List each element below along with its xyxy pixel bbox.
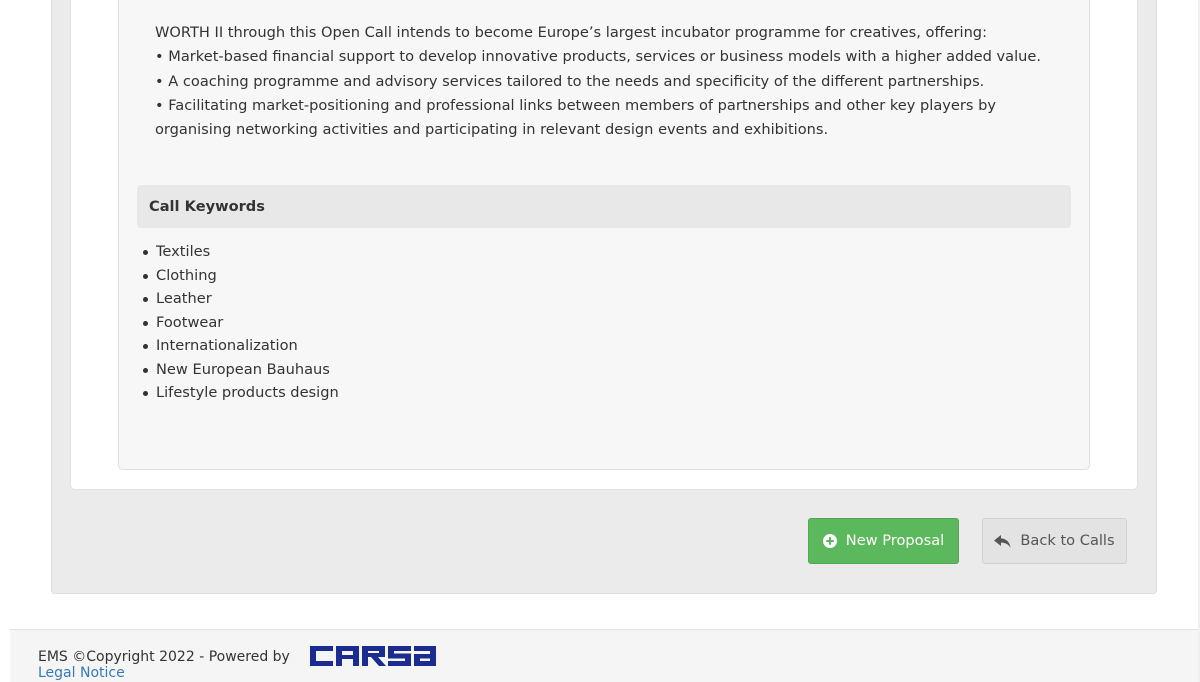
description-line: • Facilitating market-positioning and pr… — [155, 96, 997, 114]
legal-notice-link[interactable]: Legal Notice — [38, 665, 125, 681]
description-line: • Market-based financial support to deve… — [155, 48, 1042, 66]
keyword-item: New European Bauhaus — [137, 358, 339, 382]
new-proposal-label: New Proposal — [845, 532, 945, 549]
reply-arrow-icon — [994, 534, 1011, 548]
copyright-text: EMS ©Copyright 2022 - Powered by — [38, 649, 290, 665]
keyword-item: Internationalization — [137, 334, 339, 358]
description-line: WORTH II through this Open Call intends … — [155, 24, 987, 41]
call-description: WORTH II through this Open Call intends … — [155, 21, 1075, 142]
call-keywords-list: Textiles Clothing Leather Footwear Inter… — [137, 240, 339, 405]
back-to-calls-button[interactable]: Back to Calls — [982, 518, 1127, 564]
call-keywords-heading: Call Keywords — [137, 185, 1071, 228]
keyword-item: Clothing — [137, 264, 339, 288]
keyword-item: Textiles — [137, 240, 339, 264]
description-line: organising networking activities and par… — [155, 121, 829, 139]
description-line: • A coaching programme and advisory serv… — [155, 72, 985, 90]
keyword-item: Leather — [137, 287, 339, 311]
carsa-logo[interactable] — [310, 641, 436, 671]
keyword-item: Lifestyle products design — [137, 381, 339, 405]
keyword-item: Footwear — [137, 311, 339, 335]
back-to-calls-label: Back to Calls — [1020, 532, 1115, 549]
new-proposal-button[interactable]: New Proposal — [808, 518, 959, 564]
plus-circle-icon — [822, 534, 837, 548]
